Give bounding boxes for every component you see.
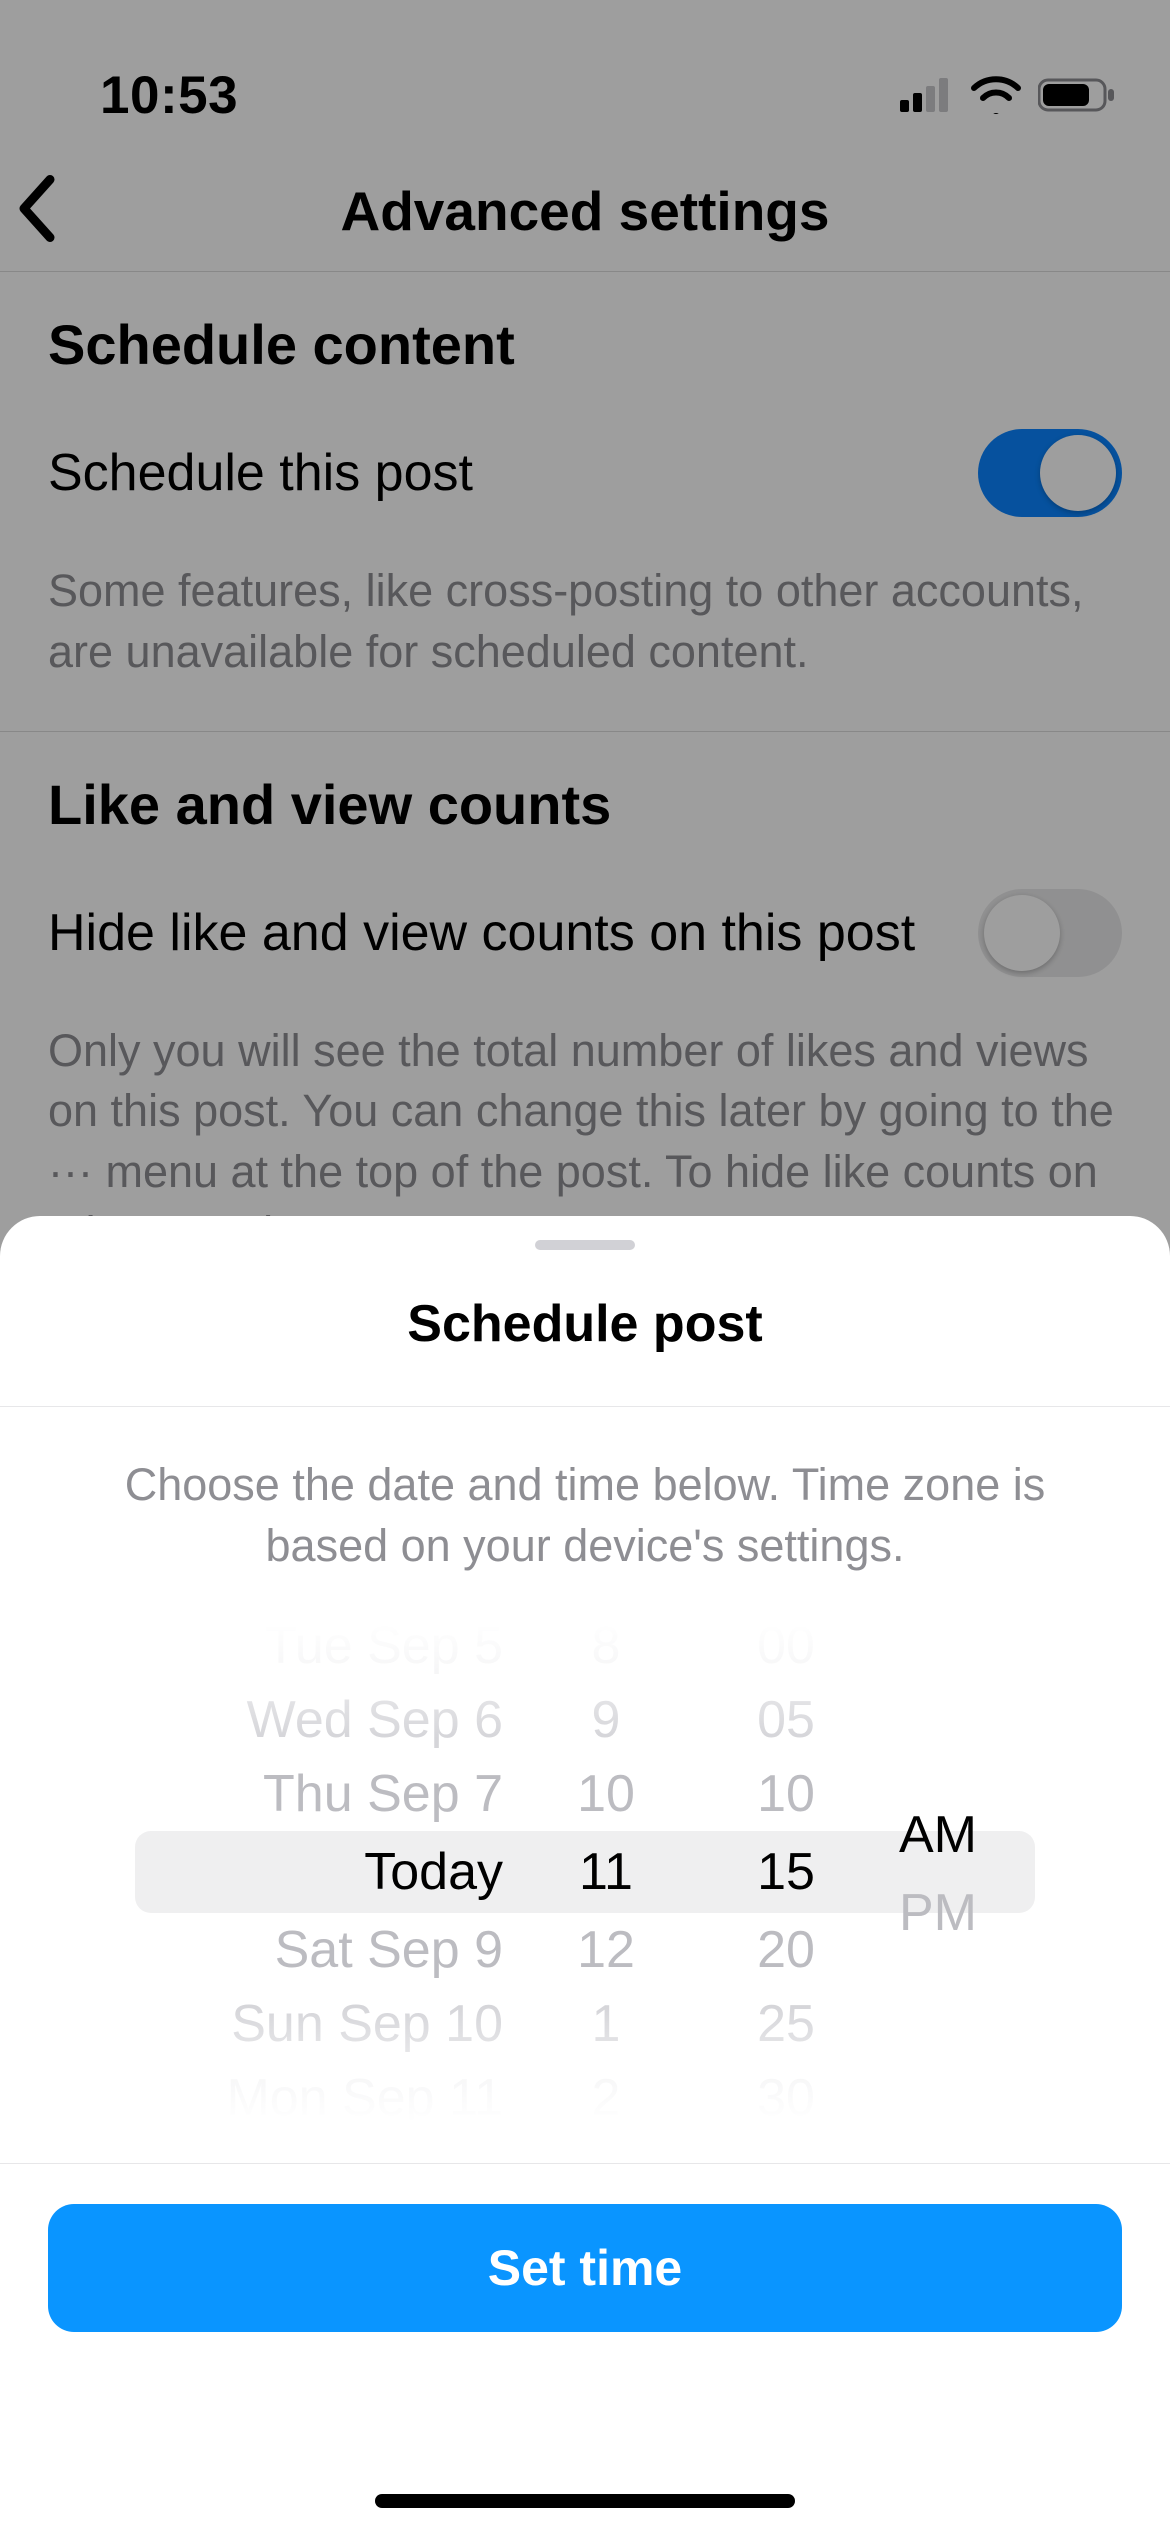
home-indicator[interactable] <box>375 2494 795 2508</box>
picker-hour-option[interactable]: 12 <box>577 1913 635 1987</box>
picker-hour-option[interactable]: 1 <box>592 1987 621 2061</box>
picker-hour-selected[interactable]: 11 <box>579 1831 633 1913</box>
picker-date-column[interactable]: Tue Sep 5 Wed Sep 6 Thu Sep 7 Today Sat … <box>135 1609 521 2135</box>
picker-date-option[interactable]: Tue Sep 5 <box>265 1609 503 1683</box>
picker-date-option[interactable]: Mon Sep 11 <box>226 2061 503 2135</box>
picker-minute-option[interactable]: 30 <box>757 2061 815 2135</box>
picker-hour-option[interactable]: 8 <box>592 1609 621 1683</box>
picker-minute-option[interactable]: 05 <box>757 1683 815 1757</box>
picker-minute-option[interactable]: 10 <box>757 1757 815 1831</box>
sheet-description: Choose the date and time below. Time zon… <box>0 1407 1170 1577</box>
schedule-post-sheet: Schedule post Choose the date and time b… <box>0 1216 1170 2532</box>
picker-minute-selected[interactable]: 15 <box>757 1831 815 1913</box>
picker-date-option[interactable]: Sun Sep 10 <box>231 1987 503 2061</box>
picker-hour-option[interactable]: 10 <box>577 1757 635 1831</box>
picker-date-option[interactable]: Wed Sep 6 <box>247 1683 503 1757</box>
picker-date-selected[interactable]: Today <box>364 1831 503 1913</box>
set-time-button[interactable]: Set time <box>48 2204 1122 2332</box>
picker-minute-option[interactable]: 25 <box>757 1987 815 2061</box>
picker-minute-option[interactable]: 00 <box>757 1609 815 1683</box>
picker-ampm-column[interactable]: AM PM <box>881 1609 1035 2135</box>
picker-hour-column[interactable]: 8 9 10 11 12 1 2 <box>521 1609 691 2135</box>
picker-hour-option[interactable]: 9 <box>592 1683 621 1757</box>
sheet-grabber[interactable] <box>535 1240 635 1250</box>
picker-minute-column[interactable]: 00 05 10 15 20 25 30 <box>691 1609 881 2135</box>
picker-hour-option[interactable]: 2 <box>592 2061 621 2135</box>
datetime-picker[interactable]: Tue Sep 5 Wed Sep 6 Thu Sep 7 Today Sat … <box>135 1609 1035 2135</box>
picker-date-option[interactable]: Sat Sep 9 <box>275 1913 503 1987</box>
sheet-title: Schedule post <box>0 1294 1170 1354</box>
picker-ampm-selected[interactable]: AM <box>899 1794 977 1876</box>
picker-date-option[interactable]: Thu Sep 7 <box>263 1757 503 1831</box>
picker-ampm-option[interactable]: PM <box>899 1876 977 1950</box>
picker-minute-option[interactable]: 20 <box>757 1913 815 1987</box>
